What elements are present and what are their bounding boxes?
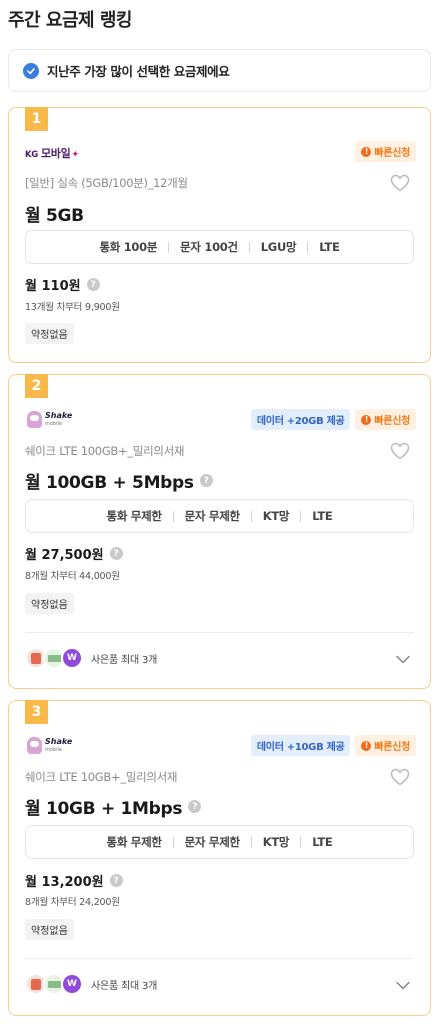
spec-box: 통화 무제한 문자 무제한 KT망 LTE [25,499,414,533]
contract-tag: 약정없음 [25,323,74,344]
rank-badge: 3 [25,700,48,724]
data-bonus-badge: 데이터 +20GB 제공 [250,409,351,430]
plan-card-1[interactable]: 1 KG 모바일✦ ! 빠른신청 [일반] 실속 (5GB/100분)_12개월 월… [8,107,431,363]
spec-network: KT망 [262,835,290,849]
heart-icon[interactable] [390,442,410,460]
spec-box: 통화 무제한 문자 무제한 KT망 LTE [25,825,414,859]
spec-box: 통화 100분 문자 100건 LGU망 LTE [25,230,414,264]
carrier-logo: KG 모바일✦ [25,147,79,160]
chevron-down-icon[interactable] [396,981,410,990]
carrier-logo: Shake mobile [25,410,72,430]
lightning-icon: ! [361,146,372,157]
spec-call: 통화 무제한 [106,509,162,523]
data-headline: 월 10GB + 1Mbps? [25,794,202,819]
plan-name: 쉐이크 LTE 100GB+_밀리의서재 [25,444,185,458]
spec-sms: 문자 무제한 [184,835,240,849]
lightning-icon: ! [361,414,372,425]
help-icon[interactable]: ? [199,474,213,487]
gift-row[interactable]: W 사은품 최대 3개 [25,973,157,995]
notice-text: 지난주 가장 많이 선택한 요금제에요 [47,64,230,79]
plan-name: 쉐이크 LTE 10GB+_밀리의서재 [25,770,178,784]
carrier-logo: Shake mobile [25,736,72,756]
spec-type: LTE [312,509,333,523]
divider [25,632,414,633]
plan-card-3[interactable]: 3 Shake mobile 데이터 +10GB 제공 ! 빠른신청 쉐이크 LTE… [8,700,431,1016]
data-headline: 월 100GB + 5Mbps? [25,468,213,493]
data-headline: 월 5GB [25,206,84,226]
rank-badge: 2 [25,374,48,398]
spec-network: LGU망 [260,240,297,254]
gift-text: 사은품 최대 3개 [91,654,158,666]
fast-apply-badge: ! 빠른신청 [355,141,416,162]
gift-wave-icon: W [61,973,83,995]
help-icon[interactable]: ? [188,800,202,813]
help-icon[interactable]: ? [86,278,100,291]
page-title: 주간 요금제 랭킹 [8,10,132,31]
after-price: 13개월 차부터 9,900원 [25,302,120,313]
check-badge-icon [23,62,39,79]
gift-wave-icon: W [61,647,83,669]
spec-call: 통화 100분 [99,240,158,254]
spec-network: KT망 [262,509,290,523]
plan-card-2[interactable]: 2 Shake mobile 데이터 +20GB 제공 ! 빠른신청 쉐이크 LTE… [8,374,431,689]
monthly-price: 월 27,500원? [25,544,123,563]
heart-icon[interactable] [390,174,410,192]
heart-icon[interactable] [390,768,410,786]
help-icon[interactable]: ? [109,874,123,887]
after-price: 8개월 차부터 44,000원 [25,571,120,582]
spec-sms: 문자 무제한 [184,509,240,523]
spec-call: 통화 무제한 [106,835,162,849]
divider [25,958,414,959]
monthly-price: 월 13,200원? [25,871,123,890]
contract-tag: 약정없음 [25,593,74,614]
plan-name: [일반] 실속 (5GB/100분)_12개월 [25,176,188,190]
help-icon[interactable]: ? [109,547,123,560]
spec-type: LTE [319,240,340,254]
ranking-notice: 지난주 가장 많이 선택한 요금제에요 [8,49,431,92]
spec-type: LTE [312,835,333,849]
spec-sms: 문자 100건 [180,240,238,254]
chevron-down-icon[interactable] [396,655,410,664]
lightning-icon: ! [361,740,372,751]
rank-badge: 1 [25,107,48,131]
gift-text: 사은품 최대 3개 [91,980,158,992]
contract-tag: 약정없음 [25,919,74,940]
monthly-price: 월 110원? [25,275,100,294]
data-bonus-badge: 데이터 +10GB 제공 [250,735,351,756]
fast-apply-badge: ! 빠른신청 [355,409,416,430]
gift-row[interactable]: W 사은품 최대 3개 [25,647,157,669]
fast-apply-badge: ! 빠른신청 [355,735,416,756]
after-price: 8개월 차부터 24,200원 [25,897,120,908]
